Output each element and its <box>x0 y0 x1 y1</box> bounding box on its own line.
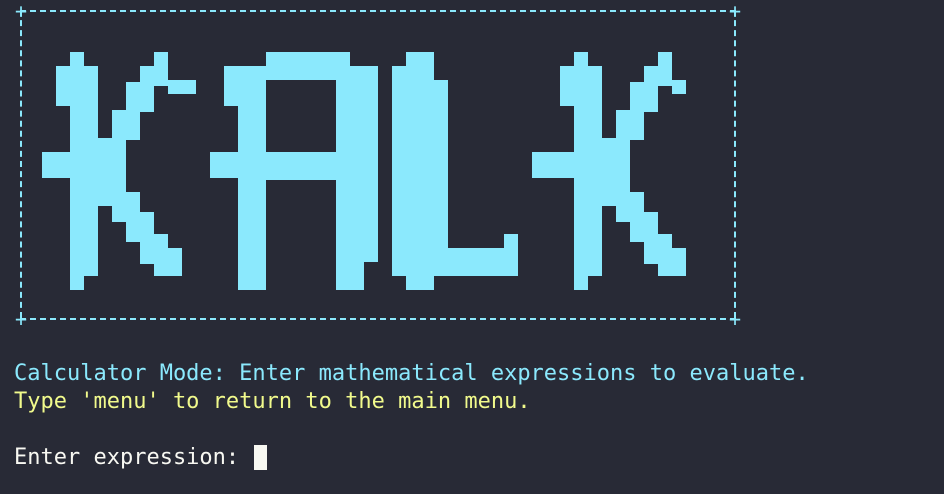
logo-letter-l <box>392 52 518 290</box>
logo-letter-k-2 <box>532 52 686 290</box>
logo-letter-a <box>210 52 378 290</box>
prompt-label: Enter expression: <box>14 445 253 470</box>
banner-frame-left <box>20 10 22 318</box>
banner-frame-right <box>734 10 736 318</box>
expression-prompt[interactable]: Enter expression: <box>14 444 268 472</box>
terminal-window[interactable]: + + + + Calculator Mode: Enter mathemati… <box>0 0 944 494</box>
banner-corner-top-right: + <box>728 0 742 23</box>
banner-corner-top-left: + <box>14 0 28 23</box>
text-cursor <box>254 445 268 470</box>
menu-hint-message: Type 'menu' to return to the main menu. <box>14 389 531 414</box>
banner-frame-top <box>20 10 736 12</box>
banner-corner-bottom-left: + <box>14 307 28 331</box>
calculator-mode-message: Calculator Mode: Enter mathematical expr… <box>14 361 809 386</box>
logo-letter-k-1 <box>42 52 196 290</box>
kalk-logo <box>42 52 686 290</box>
banner-corner-bottom-right: + <box>728 307 742 331</box>
banner-frame-bottom <box>20 318 736 320</box>
